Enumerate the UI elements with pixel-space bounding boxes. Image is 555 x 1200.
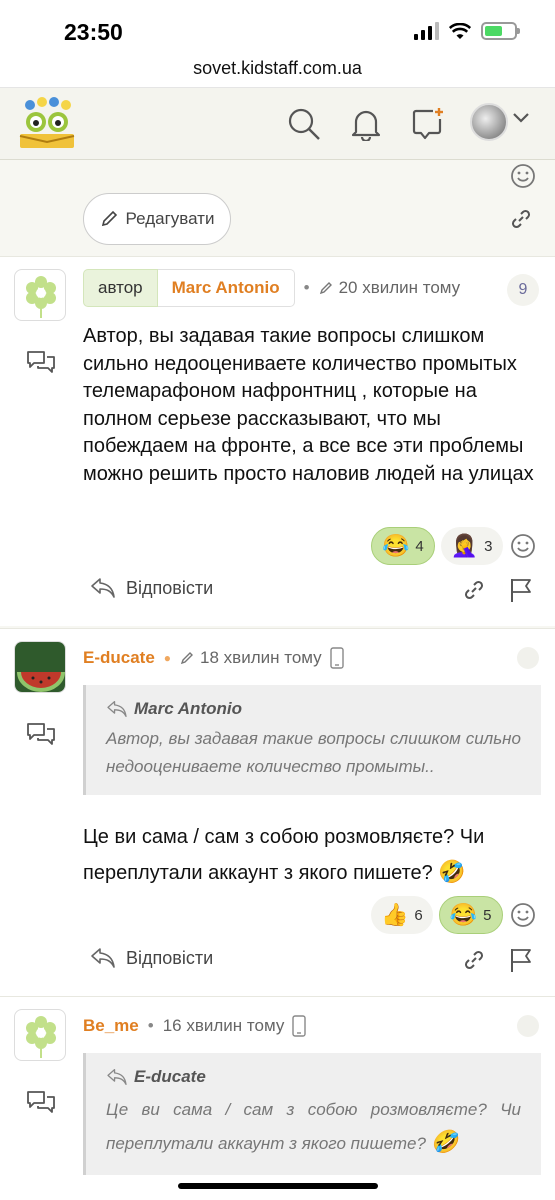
search-icon[interactable] <box>284 104 324 144</box>
edit-label: Редагувати <box>125 209 215 228</box>
flag-icon[interactable] <box>509 577 533 603</box>
reply-button[interactable]: Відповісти <box>90 947 213 969</box>
add-reaction-icon[interactable] <box>510 163 536 189</box>
post-card: Be_me • 16 хвилин тому E-ducate Це ви са… <box>0 996 555 1200</box>
post-time: 18 хвилин тому <box>200 648 322 667</box>
reply-label: Відповісти <box>126 947 214 968</box>
author-badge: автор <box>83 269 158 307</box>
add-reaction-icon[interactable] <box>510 902 536 928</box>
thumbs-up-icon: 👍 <box>381 902 409 927</box>
reaction-facepalm[interactable]: 🤦‍♀️ 3 <box>440 527 503 565</box>
post-options-icon[interactable] <box>517 647 539 669</box>
avatar[interactable] <box>14 641 66 693</box>
post-card: E-ducate ● 18 хвилин тому Marc Antonio А… <box>0 628 555 996</box>
own-post-footer: Редагувати <box>0 160 555 256</box>
status-bar: 23:50 <box>0 0 555 58</box>
mobile-icon <box>292 1015 307 1037</box>
chevron-down-icon[interactable] <box>512 112 530 124</box>
post-meta: E-ducate ● 18 хвилин тому <box>83 647 344 669</box>
pencil-icon <box>319 282 332 295</box>
rofl-icon: 🤣 <box>438 859 466 884</box>
post-time: 16 хвилин тому <box>162 1016 285 1035</box>
reaction-count: 4 <box>415 537 424 555</box>
post-number[interactable]: 9 <box>507 274 539 306</box>
home-indicator <box>178 1183 378 1189</box>
avatar[interactable] <box>14 269 66 321</box>
link-icon[interactable] <box>463 579 485 601</box>
username[interactable]: Be_me <box>83 1016 139 1036</box>
reply-icon <box>107 1068 127 1086</box>
new-message-icon[interactable] <box>408 104 448 144</box>
user-avatar[interactable] <box>470 103 508 141</box>
reaction-count: 6 <box>414 906 423 924</box>
reply-icon <box>91 578 115 598</box>
reaction-laugh[interactable]: 😂 4 <box>371 527 435 565</box>
site-header <box>0 88 555 160</box>
avatar[interactable] <box>14 1009 66 1061</box>
username[interactable]: Marc Antonio <box>157 269 295 307</box>
quote-author-name[interactable]: Marc Antonio <box>134 699 242 719</box>
chat-icon[interactable] <box>26 349 56 375</box>
pencil-icon <box>180 652 194 665</box>
rofl-icon: 🤣 <box>430 1129 459 1154</box>
post-text: Автор, вы задавая такие вопросы слишком … <box>83 325 534 485</box>
reply-icon <box>107 700 127 718</box>
reaction-laugh[interactable]: 😂 5 <box>438 896 503 934</box>
flag-icon[interactable] <box>509 947 533 973</box>
reply-label: Відповісти <box>126 577 214 598</box>
quote-author-name[interactable]: E-ducate <box>134 1067 206 1087</box>
pencil-icon <box>101 210 117 227</box>
reactions: 😂 4 🤦‍♀️ 3 <box>371 527 503 565</box>
logo-icon[interactable] <box>16 96 78 152</box>
bell-icon[interactable] <box>346 104 386 144</box>
post-meta: Be_me • 16 хвилин тому <box>83 1015 307 1037</box>
status-icons <box>414 22 520 40</box>
username[interactable]: E-ducate <box>83 648 155 668</box>
laugh-icon: 😂 <box>382 533 410 558</box>
reaction-count: 3 <box>484 537 493 555</box>
status-time: 23:50 <box>64 19 123 45</box>
reaction-thumbs-up[interactable]: 👍 6 <box>371 896 433 934</box>
edit-button[interactable]: Редагувати <box>83 193 231 245</box>
reply-button[interactable]: Відповісти <box>90 577 213 599</box>
post-time: 20 хвилин тому <box>338 278 461 297</box>
facepalm-icon: 🤦‍♀️ <box>450 533 479 558</box>
quote-block: E-ducate Це ви сама / сам з собою розмов… <box>83 1053 541 1175</box>
link-icon[interactable] <box>510 208 532 230</box>
wifi-icon <box>449 22 471 39</box>
reply-icon <box>91 948 115 968</box>
chat-icon[interactable] <box>26 1089 56 1115</box>
post-text: Це ви сама / сам з собою розмовляєте? Чи… <box>83 826 485 884</box>
post-options-icon[interactable] <box>517 1015 539 1037</box>
link-icon[interactable] <box>463 949 485 971</box>
reactions: 👍 6 😂 5 <box>371 896 503 934</box>
signal-icon <box>414 22 439 40</box>
quote-text: Це ви сама / сам з собою розмовляєте? Чи… <box>106 1100 521 1154</box>
quote-author: E-ducate <box>106 1067 521 1087</box>
quote-text: Автор, вы задавая такие вопросы слишком … <box>106 729 521 776</box>
url-text: sovet.kidstaff.com.ua <box>193 58 362 78</box>
chat-icon[interactable] <box>26 721 56 747</box>
add-reaction-icon[interactable] <box>510 533 536 559</box>
quote-author: Marc Antonio <box>106 699 521 719</box>
post-card: автор Marc Antonio • 20 хвилин тому 9 Ав… <box>0 256 555 626</box>
battery-icon <box>481 22 520 40</box>
url-bar[interactable]: sovet.kidstaff.com.ua <box>0 58 555 88</box>
quote-block: Marc Antonio Автор, вы задавая такие воп… <box>83 685 541 795</box>
mobile-icon <box>329 647 344 669</box>
reaction-count: 5 <box>483 906 492 924</box>
laugh-icon: 😂 <box>449 902 478 927</box>
post-meta: автор Marc Antonio • 20 хвилин тому <box>83 269 460 307</box>
